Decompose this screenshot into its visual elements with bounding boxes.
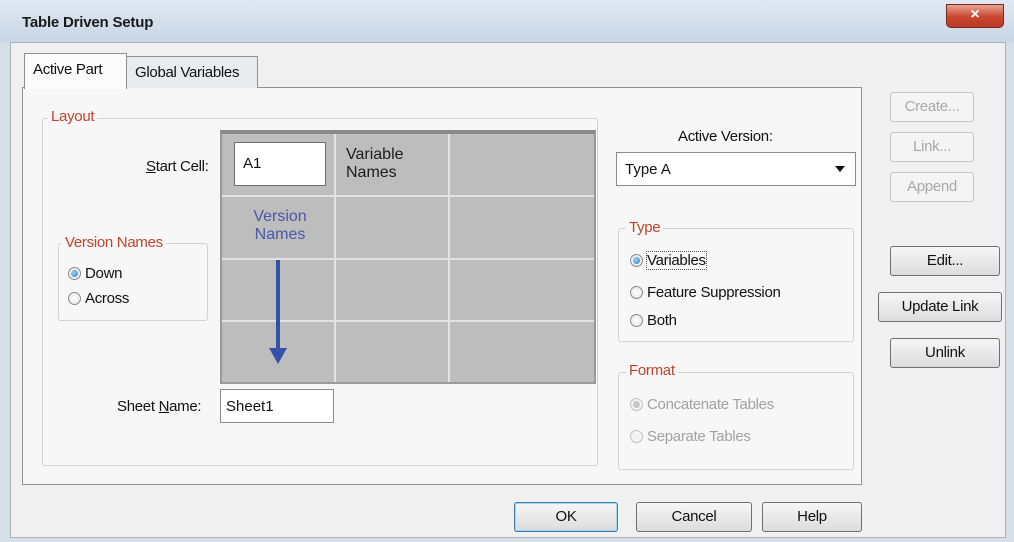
radio-indicator [630,254,643,267]
variable-names-line1: Variable [346,146,404,163]
tab-active-part[interactable]: Active Part [24,53,127,89]
grid-line [222,195,594,197]
radio-feature-suppression-label: Feature Suppression [647,284,781,301]
variable-names-label: Variable Names [346,146,436,182]
create-button[interactable]: Create... [890,92,974,122]
type-legend: Type [626,219,664,236]
help-button[interactable]: Help [762,502,862,532]
sheet-name-label: Sheet Name: [117,398,202,415]
radio-both-label: Both [647,312,677,329]
close-icon: × [970,6,980,23]
start-cell-label: Start Cell: [146,158,209,175]
window-title: Table Driven Setup [22,14,154,31]
start-cell-input[interactable]: A1 [234,142,326,186]
unlink-button[interactable]: Unlink [890,338,1000,368]
radio-indicator [630,286,643,299]
version-names-label: Version Names [240,208,320,244]
radio-concatenate-tables-label: Concatenate Tables [647,396,774,413]
radio-concatenate-tables[interactable]: Concatenate Tables [630,396,774,413]
link-button[interactable]: Link... [890,132,974,162]
arrow-down-icon [269,260,287,364]
active-version-dropdown[interactable]: Type A [616,152,856,186]
radio-variables-label: Variables [646,251,707,270]
edit-button[interactable]: Edit... [890,246,1000,276]
append-button[interactable]: Append [890,172,974,202]
radio-down-label: Down [85,265,123,282]
radio-separate-tables[interactable]: Separate Tables [630,428,751,445]
version-names-legend: Version Names [62,234,166,251]
radio-across[interactable]: Across [68,290,129,307]
variable-names-line2: Names [346,164,397,181]
active-version-label: Active Version: [678,128,773,145]
radio-feature-suppression[interactable]: Feature Suppression [630,284,781,301]
radio-variables[interactable]: Variables [630,251,707,270]
active-version-value: Type A [625,161,671,178]
radio-both[interactable]: Both [630,312,677,329]
radio-indicator [630,430,643,443]
format-legend: Format [626,362,678,379]
layout-legend: Layout [48,108,98,125]
radio-down[interactable]: Down [68,265,122,282]
format-group [618,372,854,470]
radio-separate-tables-label: Separate Tables [647,428,751,445]
radio-indicator [630,314,643,327]
radio-indicator [68,267,81,280]
radio-indicator [68,292,81,305]
radio-indicator [630,398,643,411]
update-link-button[interactable]: Update Link [878,292,1002,322]
start-cell-label-rest: tart Cell: [155,158,209,175]
sheet-name-input[interactable]: Sheet1 [220,389,334,423]
radio-across-label: Across [85,290,130,307]
version-names-group [58,243,208,321]
chevron-down-icon [835,166,845,172]
version-names-line1: Version [253,208,307,225]
cancel-button[interactable]: Cancel [636,502,752,532]
version-names-line2: Names [254,226,306,243]
close-button[interactable]: × [946,4,1004,28]
tab-global-variables[interactable]: Global Variables [126,56,258,88]
ok-button[interactable]: OK [514,502,618,532]
